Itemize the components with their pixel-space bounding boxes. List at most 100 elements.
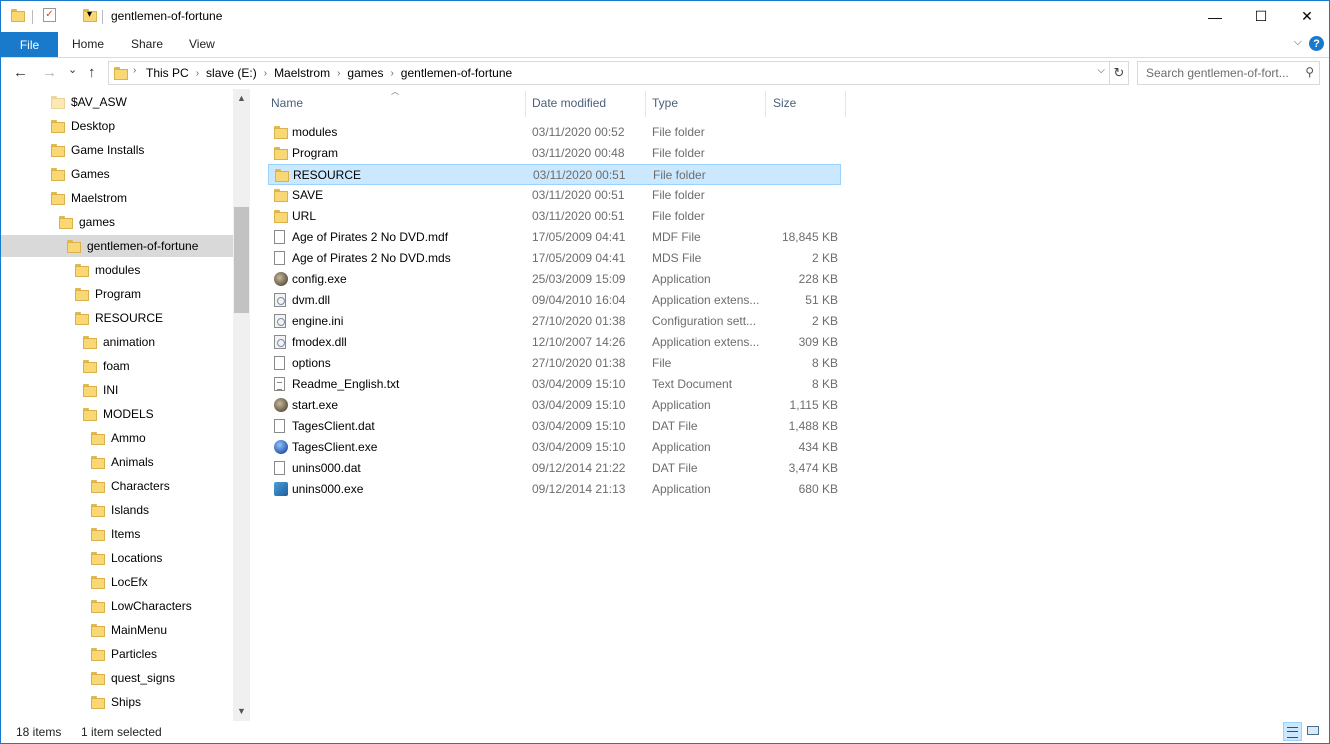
tab-share[interactable]: Share bbox=[131, 37, 163, 51]
nav-item[interactable]: quest_signs bbox=[91, 667, 175, 689]
table-row[interactable]: Age of Pirates 2 No DVD.mds 17/05/2009 04… bbox=[268, 248, 841, 269]
table-row[interactable]: engine.ini 27/10/2020 01:38 Configuration … bbox=[268, 311, 841, 332]
table-row[interactable]: RESOURCE 03/11/2020 00:51 File folder bbox=[268, 164, 841, 185]
table-row[interactable]: SAVE 03/11/2020 00:51 File folder bbox=[268, 185, 841, 206]
nav-item[interactable]: LowCharacters bbox=[91, 595, 192, 617]
nav-item[interactable]: Program bbox=[75, 283, 141, 305]
column-label: Name bbox=[271, 96, 304, 110]
nav-item[interactable]: gentlemen-of-fortune bbox=[1, 235, 233, 257]
table-row[interactable]: dvm.dll 09/04/2010 16:04 Application exten… bbox=[268, 290, 841, 311]
table-row[interactable]: fmodex.dll 12/10/2007 14:26 Application ex… bbox=[268, 332, 841, 353]
search-box[interactable]: ⚲ bbox=[1137, 61, 1320, 85]
folder-icon bbox=[274, 188, 288, 205]
back-button[interactable]: ← bbox=[13, 64, 28, 81]
file-type: Application extens... bbox=[652, 335, 760, 349]
properties-quick-access-icon[interactable]: ✓ bbox=[43, 8, 56, 22]
close-button[interactable]: ✕ bbox=[1284, 1, 1329, 32]
expand-ribbon-icon[interactable]: ⌵ bbox=[1294, 36, 1302, 49]
nav-item-label: Locations bbox=[111, 551, 163, 565]
minimize-button[interactable]: — bbox=[1192, 1, 1238, 32]
breadcrumb-slave-drive[interactable]: slave (E:) bbox=[206, 66, 257, 80]
details-view-button[interactable] bbox=[1283, 722, 1302, 741]
chevron-right-icon[interactable]: › bbox=[264, 68, 267, 79]
tab-home[interactable]: Home bbox=[72, 37, 104, 51]
column-divider[interactable] bbox=[845, 91, 846, 117]
nav-item[interactable]: Maelstrom bbox=[51, 187, 127, 209]
chevron-right-icon[interactable]: › bbox=[196, 68, 199, 79]
up-button[interactable]: ↑ bbox=[88, 64, 96, 81]
table-row[interactable]: Readme_English.txt 03/04/2009 15:10 Text D… bbox=[268, 374, 841, 395]
nav-item[interactable]: Desktop bbox=[51, 115, 115, 137]
forward-button[interactable]: → bbox=[42, 64, 57, 81]
breadcrumb-gentlemen-of-fortune[interactable]: gentlemen-of-fortune bbox=[401, 66, 512, 80]
table-row[interactable]: options 27/10/2020 01:38 File 8 KB bbox=[268, 353, 841, 374]
nav-item[interactable]: Games bbox=[51, 163, 110, 185]
file-type: Application bbox=[652, 440, 711, 454]
address-bar[interactable]: › This PC › slave (E:) › Maelstrom › gam… bbox=[108, 61, 1110, 85]
navigation-pane-scrollbar[interactable]: ▲ ▼ bbox=[233, 89, 250, 721]
nav-item[interactable]: Characters bbox=[91, 475, 170, 497]
file-name: modules bbox=[292, 125, 338, 139]
nav-item[interactable]: foam bbox=[83, 355, 130, 377]
table-row[interactable]: URL 03/11/2020 00:51 File folder bbox=[268, 206, 841, 227]
nav-item[interactable]: MODELS bbox=[83, 403, 154, 425]
nav-item[interactable]: Animals bbox=[91, 451, 154, 473]
breadcrumb-games[interactable]: games bbox=[347, 66, 383, 80]
maximize-button[interactable]: ☐ bbox=[1238, 1, 1284, 32]
nav-item[interactable]: games bbox=[59, 211, 115, 233]
table-row[interactable]: unins000.exe 09/12/2014 21:13 Application 6… bbox=[268, 479, 841, 500]
table-row[interactable]: start.exe 03/04/2009 15:10 Application 1,11… bbox=[268, 395, 841, 416]
table-row[interactable]: modules 03/11/2020 00:52 File folder bbox=[268, 122, 841, 143]
chevron-down-icon[interactable]: ⌵ bbox=[1097, 65, 1105, 76]
column-header-size[interactable]: Size bbox=[773, 89, 796, 117]
search-icon[interactable]: ⚲ bbox=[1305, 65, 1314, 79]
folder-icon bbox=[114, 66, 128, 80]
nav-item[interactable]: Ammo bbox=[91, 427, 146, 449]
table-row[interactable]: Age of Pirates 2 No DVD.mdf 17/05/2009 04… bbox=[268, 227, 841, 248]
column-header-type[interactable]: Type bbox=[652, 89, 678, 117]
nav-item[interactable]: Game Installs bbox=[51, 139, 144, 161]
nav-item[interactable]: Locations bbox=[91, 547, 162, 569]
file-type: MDS File bbox=[652, 251, 702, 265]
customize-quick-access-icon[interactable]: ▾ bbox=[87, 9, 92, 20]
table-row[interactable]: TagesClient.dat 03/04/2009 15:10 DAT File 1… bbox=[268, 416, 841, 437]
help-icon[interactable]: ? bbox=[1309, 36, 1324, 51]
scrollbar-thumb[interactable] bbox=[234, 207, 249, 313]
table-row[interactable]: Program 03/11/2020 00:48 File folder bbox=[268, 143, 841, 164]
breadcrumb-this-pc[interactable]: This PC bbox=[146, 66, 189, 80]
breadcrumb-maelstrom[interactable]: Maelstrom bbox=[274, 66, 330, 80]
file-icon bbox=[274, 230, 285, 247]
scroll-up-icon[interactable]: ▲ bbox=[233, 93, 250, 103]
refresh-button[interactable]: ↻ bbox=[1109, 61, 1129, 85]
nav-item[interactable]: modules bbox=[75, 259, 140, 281]
column-divider[interactable] bbox=[765, 91, 766, 117]
scroll-down-icon[interactable]: ▼ bbox=[233, 706, 250, 716]
large-icons-view-button[interactable] bbox=[1304, 722, 1323, 741]
table-row[interactable]: config.exe 25/03/2009 15:09 Application 228… bbox=[268, 269, 841, 290]
nav-item[interactable]: LocEfx bbox=[91, 571, 148, 593]
nav-item[interactable]: MainMenu bbox=[91, 619, 167, 641]
tab-view[interactable]: View bbox=[189, 37, 215, 51]
nav-item[interactable]: INI bbox=[83, 379, 118, 401]
column-divider[interactable] bbox=[525, 91, 526, 117]
folder-icon bbox=[83, 407, 97, 421]
nav-item[interactable]: $AV_ASW bbox=[51, 91, 127, 113]
search-input[interactable] bbox=[1144, 65, 1298, 81]
nav-item[interactable]: animation bbox=[83, 331, 155, 353]
nav-item[interactable]: Ships bbox=[91, 691, 141, 713]
column-header-name[interactable]: Name bbox=[271, 89, 303, 117]
column-divider[interactable] bbox=[645, 91, 646, 117]
table-row[interactable]: unins000.dat 09/12/2014 21:22 DAT File 3,47… bbox=[268, 458, 841, 479]
table-row[interactable]: TagesClient.exe 03/04/2009 15:10 Applicati… bbox=[268, 437, 841, 458]
nav-item[interactable]: Islands bbox=[91, 499, 149, 521]
tab-file[interactable]: File bbox=[1, 32, 58, 57]
chevron-right-icon[interactable]: › bbox=[337, 68, 340, 79]
chevron-right-icon[interactable]: › bbox=[390, 68, 393, 79]
nav-item[interactable]: Items bbox=[91, 523, 140, 545]
recent-locations-button[interactable]: ⌄ bbox=[68, 63, 77, 76]
nav-item[interactable]: RESOURCE bbox=[75, 307, 163, 329]
column-header-date-modified[interactable]: Date modified bbox=[532, 89, 606, 117]
nav-item[interactable]: Particles bbox=[91, 643, 157, 665]
file-name: unins000.exe bbox=[292, 482, 364, 496]
file-name: Program bbox=[292, 146, 339, 160]
